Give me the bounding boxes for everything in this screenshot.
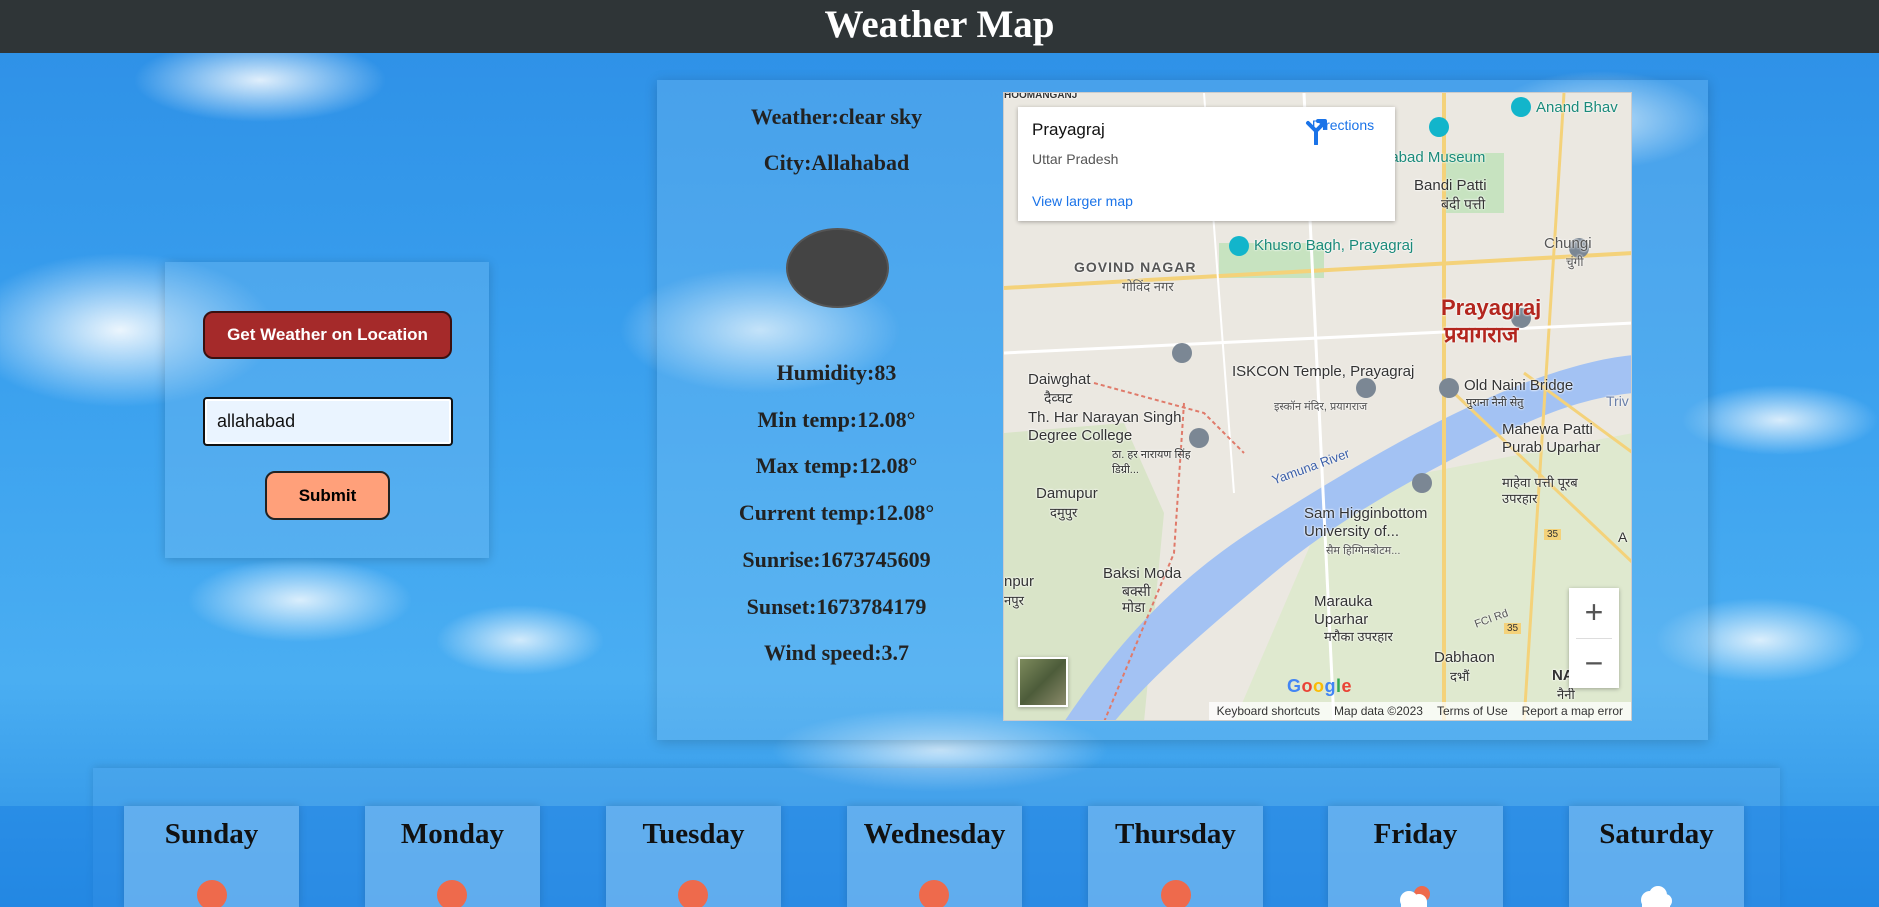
map-attribution: Keyboard shortcuts Map data ©2023 Terms … [1208, 702, 1631, 720]
map-label-city-hi: प्रयागराज [1444, 322, 1519, 347]
map-label-mahewa-hi: माहेवा पत्ती पूरब उपरहार [1502, 475, 1578, 506]
map-label-khusro-bagh: Khusro Bagh, Prayagraj [1254, 237, 1414, 254]
sunrise: Sunrise:1673745609 [742, 547, 931, 572]
map-label-iskcon: ISKCON Temple, Prayagraj [1232, 363, 1415, 380]
directions-button[interactable]: Directions [1303, 117, 1383, 145]
map-label-bandi-patti-hi: बंदी पत्ती [1441, 196, 1486, 212]
map-label-marauka: Marauka Uparhar [1314, 593, 1373, 628]
map-label-govind-nagar: GOVIND NAGAR [1074, 259, 1197, 275]
max-temp: Max temp:12.08° [755, 453, 918, 478]
map-label-dabhaon: Dabhaon [1434, 649, 1495, 666]
min-temp: Min temp:12.08° [757, 407, 916, 432]
day-name: Wednesday [863, 818, 1006, 850]
map-label-mahewa: Mahewa Patti Purab Uparhar [1502, 421, 1601, 456]
map-label-baksi-moda-hi: बक्सी मोडा [1122, 583, 1151, 615]
map-label-chungi-hi: चुंगी [1566, 255, 1584, 269]
directions-icon [1306, 119, 1327, 145]
get-weather-location-button[interactable]: Get Weather on Location [203, 311, 452, 359]
map-label-old-naini-bridge: Old Naini Bridge [1464, 377, 1574, 394]
city-name: City:Allahabad [763, 150, 910, 175]
map-label-triveni: Triv [1606, 393, 1629, 409]
sun-icon [1161, 880, 1191, 907]
current-temp: Current temp:12.08° [738, 500, 935, 525]
map-place-region: Uttar Pradesh [1032, 151, 1119, 167]
sun-icon [437, 880, 467, 907]
map-label-old-naini-bridge-hi: पुराना नैनी सेतु [1466, 397, 1524, 409]
zoom-control: + − [1569, 588, 1619, 688]
map-label-a: A [1618, 529, 1628, 545]
map-label-baksi-moda: Baksi Moda [1103, 565, 1182, 582]
zoom-out-button[interactable]: − [1569, 639, 1619, 689]
cloud-sun-icon [1400, 886, 1430, 907]
sunset: Sunset:1673784179 [746, 594, 927, 619]
map-place-name: Prayagraj [1032, 120, 1105, 139]
wind-speed: Wind speed:3.7 [763, 640, 910, 665]
terms-link[interactable]: Terms of Use [1437, 704, 1508, 720]
map-label-daiwghat: Daiwghat [1028, 371, 1091, 388]
day-name: Saturday [1599, 818, 1714, 850]
view-larger-map-link[interactable]: View larger map [1032, 193, 1133, 209]
day-name: Sunday [164, 818, 259, 850]
sun-icon [197, 880, 227, 907]
cloud-icon [1641, 886, 1672, 907]
day-name: Friday [1373, 818, 1458, 850]
map-label-hoomanganj: HOOMANGANJ [1004, 92, 1078, 101]
weather-icon [786, 228, 889, 308]
zoom-in-button[interactable]: + [1569, 588, 1619, 638]
map-label-city: Prayagraj [1441, 295, 1542, 320]
sun-icon [919, 880, 949, 907]
map-label-route-35-south: 35 [1504, 623, 1522, 634]
city-input[interactable] [203, 397, 453, 446]
keyboard-shortcuts-link[interactable]: Keyboard shortcuts [1217, 704, 1320, 720]
map-label-museum: habad Museum [1382, 149, 1486, 166]
map-label-govind-nagar-hi: गोविंद नगर [1122, 279, 1174, 294]
map-embed[interactable]: HOOMANGANJ Prayagraj प्रयागराज GOVIND NA… [1003, 92, 1632, 721]
map-label-dabhaon-hi: दभौं [1450, 669, 1470, 684]
report-error-link[interactable]: Report a map error [1522, 704, 1623, 720]
weather-condition: Weather:clear sky [750, 104, 923, 129]
map-label-college: Th. Har Narayan Singh Degree College [1028, 409, 1182, 444]
map-label-daiwghat-hi: दैव्घट [1044, 390, 1073, 406]
map-label-npur: npur [1004, 573, 1035, 590]
satellite-toggle[interactable] [1018, 657, 1068, 707]
map-label-chungi: Chungi [1544, 235, 1592, 252]
map-data-label: Map data ©2023 [1334, 704, 1423, 718]
sun-icon [678, 880, 708, 907]
map-label-marauka-hi: मरौका उपरहार [1324, 629, 1393, 644]
map-label-college-hi: ठा. हर नारायण सिंह डिग्री... [1112, 449, 1191, 476]
map-label-anand-bhawan: Anand Bhav [1536, 99, 1618, 116]
map-label-bandi-patti: Bandi Patti [1414, 177, 1487, 194]
humidity: Humidity:83 [776, 360, 897, 385]
day-name: Tuesday [642, 818, 745, 850]
page-title: Weather Map [0, 0, 1879, 53]
map-label-shuats: Sam Higginbottom University of... [1304, 505, 1428, 540]
map-label-iskcon-hi: इस्कॉन मंदिर, प्रयागराज [1274, 401, 1368, 413]
map-label-npur-hi: नपुर [1004, 593, 1024, 608]
map-place-card: Prayagraj Uttar Pradesh View larger map … [1018, 107, 1395, 221]
map-label-damupur: Damupur [1036, 485, 1098, 502]
submit-button[interactable]: Submit [265, 471, 390, 520]
map-label-damupur-hi: दमुपुर [1050, 505, 1078, 520]
day-name: Monday [400, 818, 505, 850]
map-label-route-35: 35 [1544, 529, 1562, 540]
day-name: Thursday [1115, 818, 1236, 850]
map-label-shuats-hi: सैम हिग्गिनबोटम... [1326, 545, 1401, 557]
google-logo: Google [1287, 676, 1353, 696]
